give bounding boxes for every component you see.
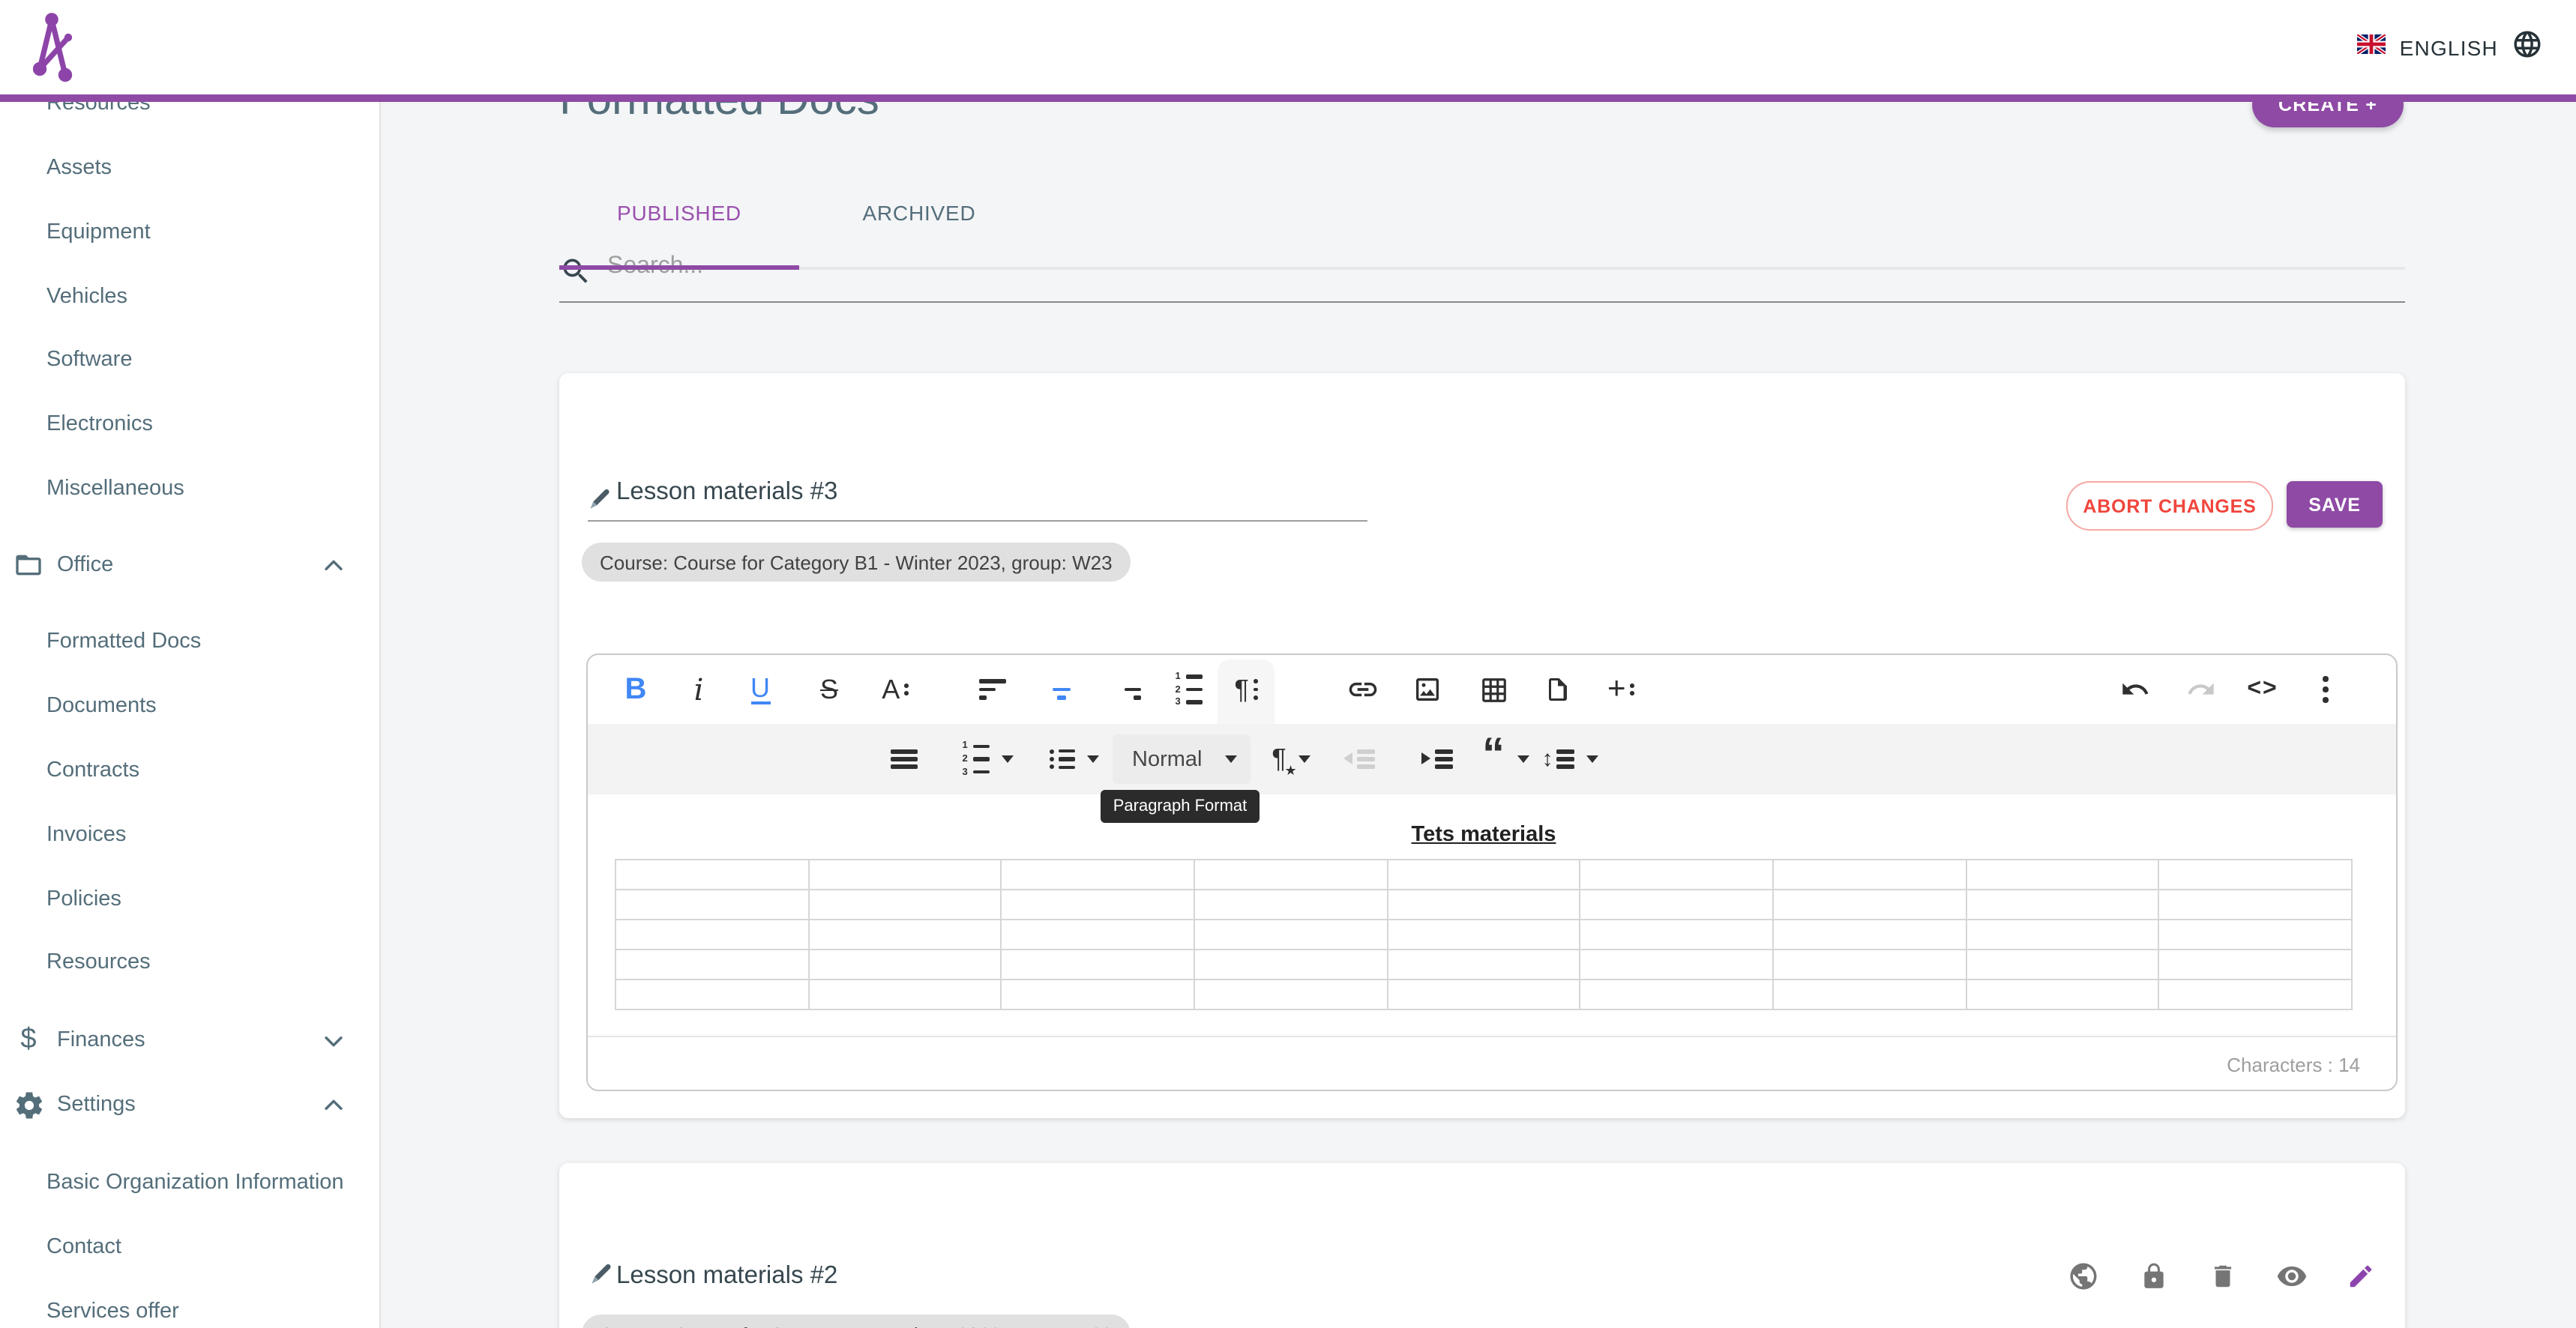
sidebar-group-finances[interactable]: $ Finances bbox=[0, 1018, 379, 1063]
bullet-list-dropdown-icon[interactable] bbox=[1035, 724, 1113, 794]
language-selector[interactable]: ENGLISH bbox=[2358, 0, 2543, 94]
sidebar-item-equipment[interactable]: Equipment bbox=[0, 210, 379, 255]
formatted-doc-card-1: Lesson materials #3 ABORT CHANGES SAVE C… bbox=[559, 373, 2405, 1118]
chevron-up-icon bbox=[321, 552, 346, 578]
sidebar: Resources Assets Equipment Vehicles Soft… bbox=[0, 0, 381, 1328]
course-chip: Course: Course for Category B1 - Winter … bbox=[582, 543, 1131, 582]
sidebar-item-miscellaneous[interactable]: Miscellaneous bbox=[0, 466, 379, 511]
gear-icon bbox=[12, 1089, 45, 1120]
folder-icon bbox=[12, 550, 45, 580]
editor-table[interactable] bbox=[615, 859, 2353, 1010]
search-field bbox=[559, 246, 2405, 303]
undo-icon[interactable] bbox=[2108, 655, 2162, 724]
app-logo-icon[interactable] bbox=[33, 12, 75, 90]
underline-icon[interactable]: U bbox=[733, 655, 787, 724]
editor-doc-heading: Tets materials bbox=[615, 821, 2353, 850]
bold-icon[interactable]: B bbox=[609, 655, 663, 724]
sidebar-item-contracts[interactable]: Contracts bbox=[0, 748, 379, 793]
sidebar-item-electronics[interactable]: Electronics bbox=[0, 402, 379, 447]
paragraph-format-dropdown[interactable]: Normal bbox=[1113, 734, 1251, 784]
sidebar-item-formatted-docs[interactable]: Formatted Docs bbox=[0, 619, 379, 664]
justify-icon[interactable] bbox=[879, 724, 930, 794]
insert-more-icon[interactable]: + bbox=[1594, 655, 1648, 724]
preview-eye-icon[interactable] bbox=[2266, 1250, 2317, 1301]
search-underline bbox=[559, 301, 2405, 303]
toolbar-more-icon[interactable] bbox=[2299, 655, 2353, 724]
tab-published[interactable]: PUBLISHED bbox=[559, 180, 799, 246]
main-content: Formatted Docs CREATE + PUBLISHED ARCHIV… bbox=[381, 0, 2576, 1328]
save-button[interactable]: SAVE bbox=[2287, 481, 2383, 528]
insert-document-icon[interactable] bbox=[1531, 655, 1585, 724]
align-right-icon[interactable] bbox=[1101, 655, 1155, 724]
numbered-list-icon[interactable]: 1 2 3 bbox=[1162, 655, 1216, 724]
font-style-icon[interactable]: A bbox=[868, 655, 922, 724]
align-center-icon[interactable] bbox=[1035, 655, 1089, 724]
chevron-down-icon bbox=[321, 1027, 346, 1053]
outdent-icon[interactable] bbox=[1333, 724, 1384, 794]
doc-title-input[interactable]: Lesson materials #3 bbox=[616, 478, 837, 507]
app-root: Resources Assets Equipment Vehicles Soft… bbox=[0, 0, 2576, 1328]
uk-flag-icon bbox=[2358, 34, 2386, 61]
indent-icon[interactable] bbox=[1411, 724, 1462, 794]
insert-table-icon[interactable] bbox=[1466, 655, 1520, 724]
search-icon bbox=[559, 255, 592, 295]
course-chip: Course: Course for Category B1 - Winter … bbox=[582, 1315, 1131, 1328]
active-tab-indicator bbox=[559, 265, 799, 270]
editor-footer: Characters : 14 bbox=[588, 1036, 2396, 1091]
editor-toolbar-row-2: 1 2 3 Normal bbox=[588, 724, 2396, 794]
sidebar-item-basic-organization-information[interactable]: Basic Organization Information bbox=[0, 1160, 379, 1205]
line-height-icon[interactable]: ↕ bbox=[1531, 724, 1609, 794]
doc-title-underline bbox=[588, 520, 1367, 522]
sidebar-item-documents[interactable]: Documents bbox=[0, 683, 379, 728]
redo-icon[interactable] bbox=[2174, 655, 2228, 724]
sidebar-item-services-offer[interactable]: Services offer bbox=[0, 1289, 379, 1328]
italic-icon[interactable]: i bbox=[672, 655, 726, 724]
sidebar-group-settings[interactable]: Settings bbox=[0, 1082, 379, 1127]
abort-changes-button[interactable]: ABORT CHANGES bbox=[2066, 481, 2273, 531]
chevron-up-icon bbox=[321, 1092, 346, 1117]
globe-icon bbox=[2512, 28, 2543, 67]
sidebar-item-invoices[interactable]: Invoices bbox=[0, 812, 379, 857]
formatted-doc-card-2: Lesson materials #2 Course: Course for C… bbox=[559, 1163, 2405, 1328]
sidebar-item-policies[interactable]: Policies bbox=[0, 877, 379, 922]
search-input[interactable] bbox=[604, 252, 2380, 282]
editor-toolbar-row-1: B i U S A 1 bbox=[588, 655, 2396, 724]
paragraph-style-icon[interactable]: ¶★ bbox=[1254, 724, 1328, 794]
doc-title-2: Lesson materials #2 bbox=[616, 1262, 837, 1291]
language-label: ENGLISH bbox=[2400, 35, 2498, 59]
sidebar-item-contact[interactable]: Contact bbox=[0, 1225, 379, 1270]
sidebar-item-vehicles[interactable]: Vehicles bbox=[0, 274, 379, 319]
tab-archived[interactable]: ARCHIVED bbox=[799, 180, 1039, 246]
rich-text-editor: B i U S A 1 bbox=[586, 654, 2398, 1091]
blockquote-icon[interactable]: “ bbox=[1472, 724, 1538, 794]
sidebar-item-software[interactable]: Software bbox=[0, 337, 379, 382]
delete-trash-icon[interactable] bbox=[2197, 1250, 2248, 1301]
link-icon[interactable] bbox=[1336, 655, 1390, 724]
publish-globe-icon[interactable] bbox=[2057, 1250, 2108, 1301]
sidebar-group-office[interactable]: Office bbox=[0, 543, 379, 588]
align-left-icon[interactable] bbox=[966, 655, 1020, 724]
edit-pencil-icon[interactable] bbox=[2335, 1250, 2386, 1301]
code-view-icon[interactable]: <> bbox=[2236, 655, 2290, 724]
pen-icon bbox=[589, 1262, 613, 1294]
character-counter: Characters : 14 bbox=[2227, 1053, 2360, 1075]
strikethrough-icon[interactable]: S bbox=[802, 655, 856, 724]
sidebar-item-resources-2[interactable]: Resources bbox=[0, 940, 379, 985]
dollar-icon: $ bbox=[12, 1024, 45, 1057]
lock-icon[interactable] bbox=[2128, 1250, 2179, 1301]
sidebar-item-assets[interactable]: Assets bbox=[0, 145, 379, 190]
pen-icon bbox=[588, 487, 612, 519]
insert-image-icon[interactable] bbox=[1400, 655, 1454, 724]
paragraph-format-icon[interactable]: ¶ bbox=[1219, 655, 1273, 724]
numbered-list-dropdown-icon[interactable]: 1 2 3 bbox=[945, 724, 1032, 794]
paragraph-format-tooltip: Paragraph Format bbox=[1101, 790, 1260, 823]
editor-content-area[interactable]: Tets materials bbox=[588, 794, 2396, 1036]
app-header: ENGLISH bbox=[0, 0, 2576, 102]
